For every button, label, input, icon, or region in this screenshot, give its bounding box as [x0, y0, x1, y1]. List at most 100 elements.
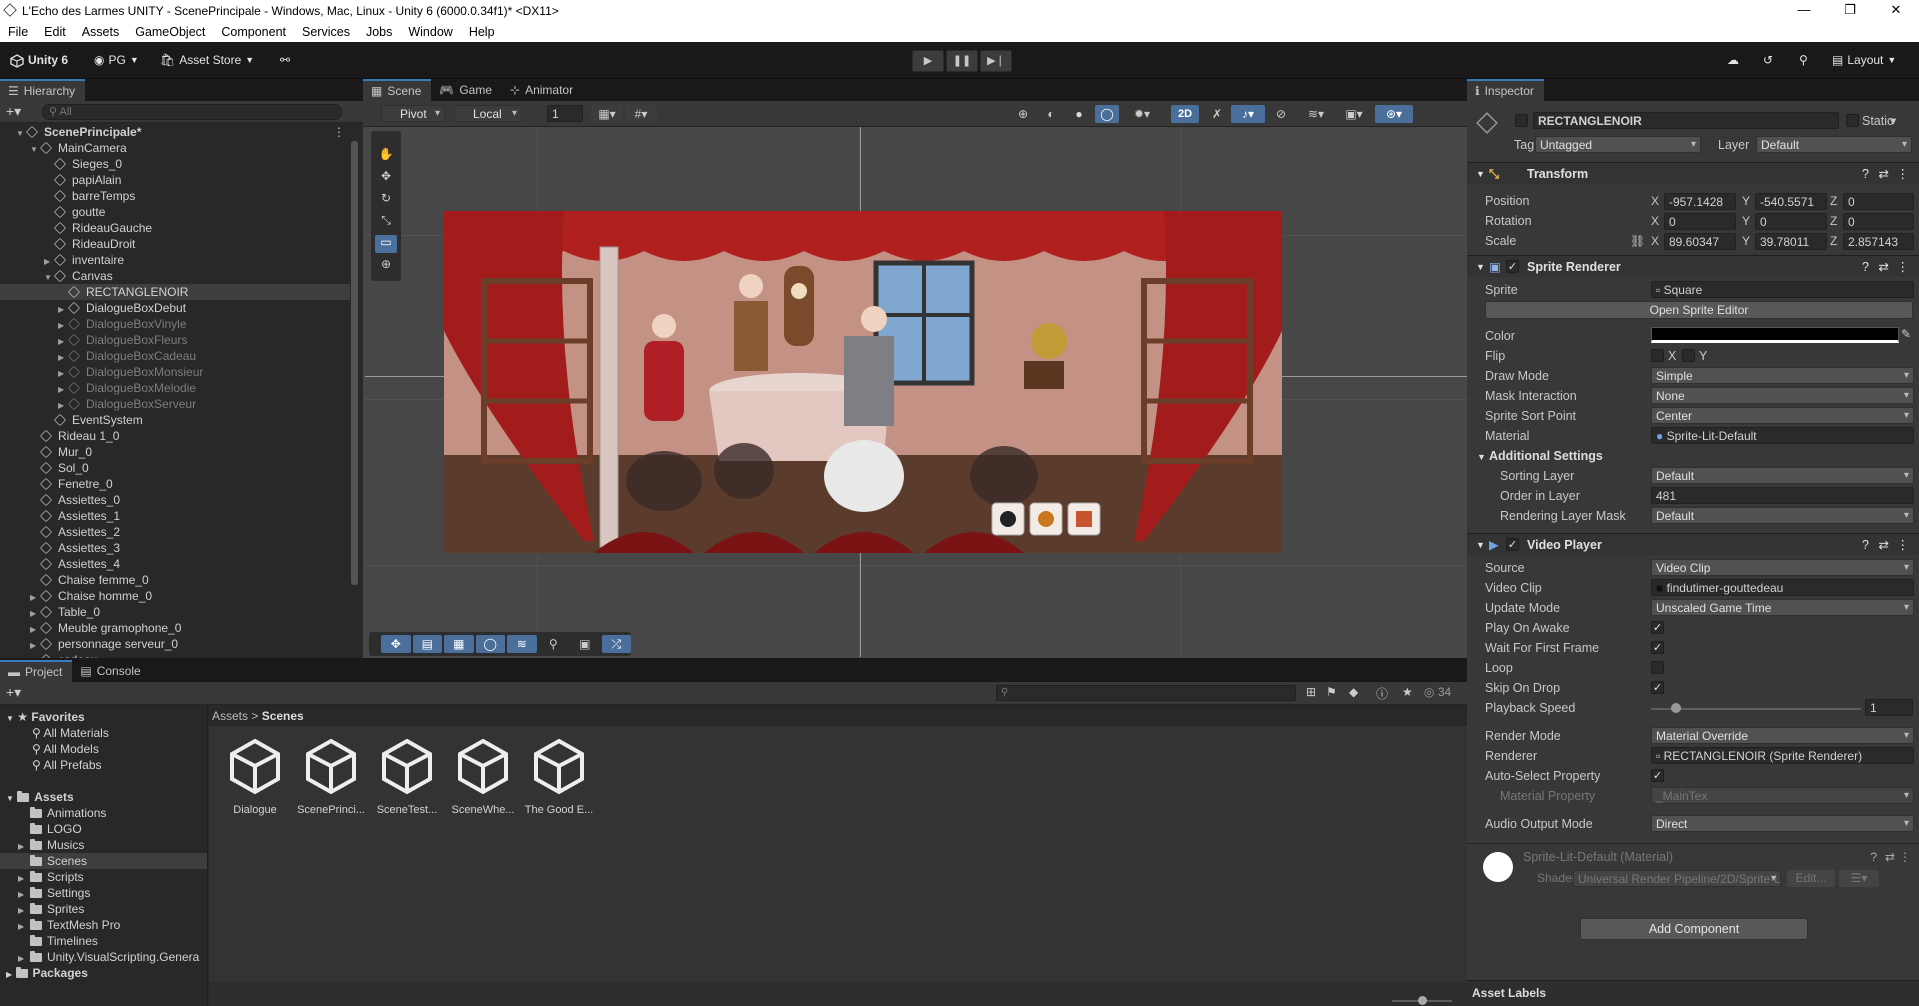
audio-output-dropdown[interactable]: Direct	[1651, 815, 1914, 832]
grid-overlay-icon[interactable]: ▦	[444, 635, 474, 653]
favorite-item[interactable]: ⚲ All Prefabs	[32, 757, 102, 773]
hand-tool-icon[interactable]: ✋	[375, 147, 397, 165]
create-asset-button[interactable]: +▾	[6, 684, 21, 701]
hierarchy-item[interactable]: Assiettes_4	[0, 556, 350, 572]
video-player-enabled[interactable]: ✓	[1506, 538, 1519, 551]
hierarchy-item[interactable]: ▶ Chaise homme_0	[0, 588, 350, 604]
transform-header[interactable]: ▼ ⤡ Transform ? ⇄ ⋮	[1467, 162, 1919, 184]
hierarchy-item[interactable]: Assiettes_1	[0, 508, 350, 524]
hierarchy-item[interactable]: ▶ personnage serveur_0	[0, 636, 350, 652]
layer-dropdown[interactable]: Default	[1756, 136, 1912, 153]
mask-interaction-dropdown[interactable]: None	[1651, 387, 1914, 404]
hierarchy-item[interactable]: Assiettes_0	[0, 492, 350, 508]
video-clip-field[interactable]: ■ findutimer-gouttedeau	[1651, 579, 1914, 596]
hierarchy-item[interactable]: ▶ DialogueBoxCadeau	[0, 348, 350, 364]
flip-x-checkbox[interactable]	[1651, 349, 1664, 362]
preset-icon[interactable]: ⇄	[1879, 534, 1889, 556]
pivot-dropdown[interactable]: Pivot	[381, 105, 445, 122]
loop-checkbox[interactable]	[1651, 661, 1664, 674]
tab-scene[interactable]: ▦ Scene	[363, 79, 432, 101]
account-dropdown[interactable]: ◉ PG ▼	[94, 50, 139, 71]
breadcrumb-scenes[interactable]: Scenes	[262, 709, 304, 723]
close-window-button[interactable]: ✕	[1873, 0, 1919, 21]
layers-button[interactable]: ≋▾	[1299, 105, 1333, 123]
hierarchy-scrollbar[interactable]	[351, 141, 358, 585]
transform-x-field[interactable]: -957.1428	[1664, 193, 1736, 210]
object-name-field[interactable]: RECTANGLENOIR	[1533, 112, 1839, 129]
hierarchy-item[interactable]: Chaise femme_0	[0, 572, 350, 588]
help-icon[interactable]: ?	[1862, 534, 1869, 556]
rotate-tool-icon[interactable]: ↻	[375, 191, 397, 209]
favorite-star-icon[interactable]: ★	[1402, 685, 1413, 699]
assets-foldout[interactable]: ▼ Assets	[6, 789, 74, 805]
hierarchy-item[interactable]: ▶ DialogueBoxMelodie	[0, 380, 350, 396]
shader-menu-button[interactable]: ☰▾	[1839, 870, 1879, 887]
playback-speed-field[interactable]: 1	[1865, 699, 1913, 716]
color-swatch[interactable]	[1651, 327, 1899, 343]
rect-overlay-icon[interactable]: ▤	[412, 635, 442, 653]
hierarchy-item[interactable]: ▶ DialogueBoxServeur	[0, 396, 350, 412]
shader-dropdown[interactable]: Universal Render Pipeline/2D/Sprite-Lit-	[1573, 870, 1781, 887]
hierarchy-item[interactable]: Sieges_0	[0, 156, 350, 172]
menu-window[interactable]: Window	[400, 25, 460, 39]
static-toggle[interactable]	[1846, 114, 1859, 127]
project-folder-item[interactable]: ▶ Scripts	[0, 869, 207, 885]
tab-game[interactable]: 🎮 Game	[431, 79, 502, 101]
hierarchy-item[interactable]: EventSystem	[0, 412, 350, 428]
more-icon[interactable]: ⋮	[1897, 163, 1910, 185]
menu-help[interactable]: Help	[461, 25, 503, 39]
project-folder-item[interactable]: ▶ TextMesh Pro	[0, 917, 207, 933]
hierarchy-item[interactable]: Rideau 1_0	[0, 428, 350, 444]
hierarchy-item[interactable]: ▶ DialogueBoxDebut	[0, 300, 350, 316]
menu-file[interactable]: File	[0, 25, 36, 39]
more-icon[interactable]: ⋮	[1897, 534, 1910, 556]
rect-tool-icon[interactable]: ▭	[375, 235, 397, 253]
favorites-foldout[interactable]: ▼ ★ Favorites	[6, 709, 85, 725]
renderer-field[interactable]: ▫ RECTANGLENOIR (Sprite Renderer)	[1651, 747, 1914, 764]
sprite-renderer-header[interactable]: ▼ ▣ ✓ Sprite Renderer ? ⇄ ⋮	[1467, 255, 1919, 277]
hierarchy-item[interactable]: Fenetre_0	[0, 476, 350, 492]
eyedropper-icon[interactable]: ✎	[1901, 327, 1911, 341]
favorite-item[interactable]: ⚲ All Models	[32, 741, 99, 757]
hierarchy-item[interactable]: barreTemps	[0, 188, 350, 204]
constrain-proportions-icon[interactable]: ⛓	[1630, 233, 1645, 250]
sorting-layer-dropdown[interactable]: Default	[1651, 467, 1914, 484]
grid-snap-button[interactable]: ▦▾	[591, 105, 623, 123]
move-tool-icon[interactable]: ✥	[375, 169, 397, 187]
tag-dropdown[interactable]: Untagged	[1535, 136, 1701, 153]
lighting-button[interactable]: ✗	[1205, 105, 1229, 123]
skip-on-drop-checkbox[interactable]: ✓	[1651, 681, 1664, 694]
scene-asset-tile[interactable]: Dialogue	[216, 737, 294, 816]
transform-z-field[interactable]: 2.857143	[1843, 233, 1914, 250]
flip-y-checkbox[interactable]	[1682, 349, 1695, 362]
hierarchy-item[interactable]: RideauGauche	[0, 220, 350, 236]
menu-assets[interactable]: Assets	[74, 25, 128, 39]
project-folder-item[interactable]: ▶ Settings	[0, 885, 207, 901]
help-icon[interactable]: ?	[1862, 256, 1869, 278]
hierarchy-item[interactable]: ▼ Canvas	[0, 268, 350, 284]
menu-edit[interactable]: Edit	[36, 25, 74, 39]
search-overlay-icon[interactable]: ⚲	[539, 635, 569, 653]
video-player-header[interactable]: ▼ ▶ ✓ Video Player ? ⇄ ⋮	[1467, 533, 1919, 555]
camera-overlay-icon[interactable]: ▣	[570, 635, 600, 653]
transform-y-field[interactable]: -540.5571	[1755, 193, 1827, 210]
more-icon[interactable]: ⋮	[1897, 256, 1910, 278]
transform-x-field[interactable]: 89.60347	[1664, 233, 1736, 250]
playback-speed-slider[interactable]	[1651, 703, 1861, 713]
wireframe-button[interactable]: ◯	[1095, 105, 1119, 123]
cloud-button[interactable]: ☁	[1727, 50, 1739, 71]
additional-settings-foldout[interactable]: ▼ Additional Settings	[1477, 447, 1603, 465]
hidden-packages-toggle[interactable]: ◎ 34	[1424, 685, 1451, 699]
project-search-input[interactable]: ⚲	[996, 685, 1296, 701]
snap-increment-field[interactable]: 1	[547, 105, 583, 122]
hierarchy-scene-row[interactable]: ▼ ScenePrincipale* ⋮	[0, 124, 350, 140]
hierarchy-item[interactable]: ▶ DialogueBoxMonsieur	[0, 364, 350, 380]
minimize-button[interactable]: —	[1781, 0, 1827, 21]
hierarchy-item[interactable]: ▶ DialogueBoxVinyle	[0, 316, 350, 332]
scale-tool-icon[interactable]: ⤡	[375, 213, 397, 231]
hierarchy-item[interactable]: RECTANGLENOIR	[0, 284, 350, 300]
menu-gameobject[interactable]: GameObject	[127, 25, 213, 39]
step-button[interactable]: ▶❘	[980, 50, 1012, 72]
project-folder-item[interactable]: LOGO	[0, 821, 207, 837]
sprite-renderer-enabled[interactable]: ✓	[1506, 260, 1519, 273]
